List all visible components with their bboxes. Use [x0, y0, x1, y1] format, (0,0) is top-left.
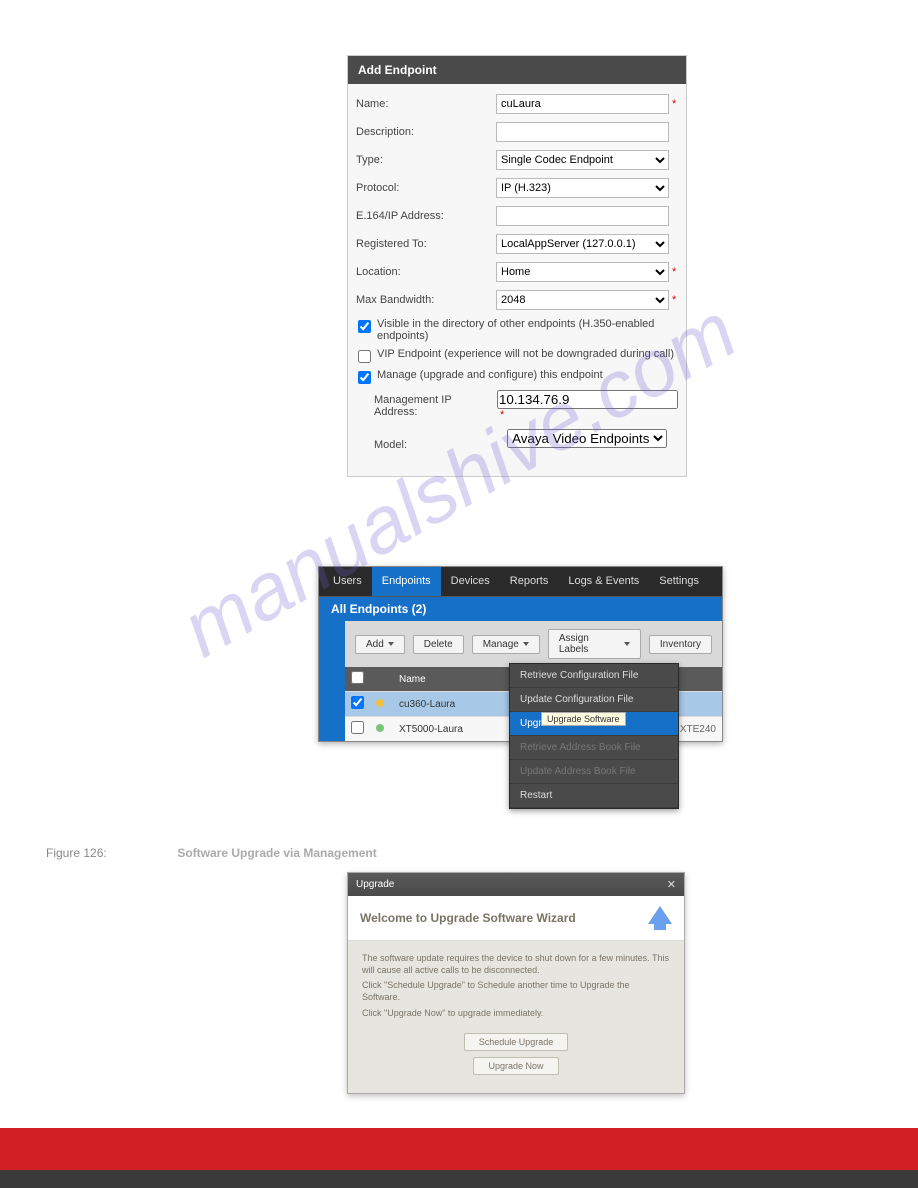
location-select[interactable]: Home [496, 262, 669, 282]
chevron-down-icon [624, 642, 630, 646]
chevron-down-icon [388, 642, 394, 646]
model-label: Model: [374, 439, 507, 451]
col-status [370, 667, 393, 692]
required-marker: * [672, 294, 678, 306]
footer-red-bar [0, 1128, 918, 1170]
wizard-heading: Welcome to Upgrade Software Wizard [360, 911, 576, 925]
manage-checkbox-label: Manage (upgrade and configure) this endp… [377, 369, 678, 381]
type-select[interactable]: Single Codec Endpoint [496, 150, 669, 170]
row-checkbox[interactable] [351, 696, 364, 709]
tab-devices[interactable]: Devices [441, 567, 500, 596]
status-dot-icon [376, 699, 384, 707]
left-gutter [319, 621, 345, 741]
tab-reports[interactable]: Reports [500, 567, 559, 596]
figure-number: Figure 126: [46, 846, 174, 860]
description-label: Description: [356, 126, 496, 138]
name-label: Name: [356, 98, 496, 110]
chevron-down-icon [523, 642, 529, 646]
bandwidth-select[interactable]: 2048 [496, 290, 669, 310]
menu-retrieve-addrbook[interactable]: Retrieve Address Book File [510, 736, 678, 760]
name-input[interactable] [496, 94, 669, 114]
e164-input[interactable] [496, 206, 669, 226]
location-label: Location: [356, 266, 496, 278]
inventory-button[interactable]: Inventory [649, 635, 712, 654]
close-icon[interactable]: ✕ [667, 878, 676, 891]
add-endpoint-panel: Add Endpoint Name: * Description: Type: … [347, 55, 687, 477]
upgrade-wizard-dialog: Upgrade ✕ Welcome to Upgrade Software Wi… [347, 872, 685, 1094]
required-marker: * [672, 98, 678, 110]
manage-dropdown: Retrieve Configuration File Update Confi… [509, 663, 679, 809]
schedule-upgrade-button[interactable]: Schedule Upgrade [464, 1033, 569, 1051]
visible-checkbox[interactable] [358, 320, 371, 333]
mgmt-ip-input[interactable] [497, 390, 678, 409]
management-panel: Users Endpoints Devices Reports Logs & E… [318, 566, 723, 742]
mgmt-ip-label: Management IP Address: [374, 394, 497, 418]
wizard-line-3: Click "Upgrade Now" to upgrade immediate… [362, 1008, 670, 1020]
manage-button[interactable]: Manage [472, 635, 540, 654]
wizard-titlebar: Upgrade [356, 879, 394, 890]
wizard-line-1: The software update requires the device … [362, 953, 670, 976]
delete-button[interactable]: Delete [413, 635, 464, 654]
menu-update-config[interactable]: Update Configuration File [510, 688, 678, 712]
panel-title: Add Endpoint [348, 56, 686, 84]
registered-label: Registered To: [356, 238, 496, 250]
model-select[interactable]: Avaya Video Endpoints [507, 429, 667, 448]
tab-users[interactable]: Users [323, 567, 372, 596]
row-checkbox[interactable] [351, 721, 364, 734]
tab-logs-events[interactable]: Logs & Events [558, 567, 649, 596]
wizard-line-2: Click "Schedule Upgrade" to Schedule ano… [362, 980, 670, 1003]
figure-caption: Figure 126: Software Upgrade via Managem… [46, 846, 377, 860]
tooltip: Upgrade Software [541, 712, 626, 726]
add-button[interactable]: Add [355, 635, 405, 654]
upload-arrow-icon [648, 906, 672, 930]
protocol-label: Protocol: [356, 182, 496, 194]
registered-select[interactable]: LocalAppServer (127.0.0.1) [496, 234, 669, 254]
vip-checkbox-label: VIP Endpoint (experience will not be dow… [377, 348, 678, 360]
vip-checkbox[interactable] [358, 350, 371, 363]
subtab-all-endpoints[interactable]: All Endpoints (2) [319, 597, 438, 621]
menu-restart[interactable]: Restart [510, 784, 678, 808]
upgrade-now-button[interactable]: Upgrade Now [473, 1057, 558, 1075]
visible-checkbox-label: Visible in the directory of other endpoi… [377, 318, 678, 342]
footer-dark-bar [0, 1170, 918, 1188]
assign-labels-button[interactable]: Assign Labels [548, 629, 641, 659]
menu-retrieve-config[interactable]: Retrieve Configuration File [510, 664, 678, 688]
select-all-checkbox[interactable] [351, 671, 364, 684]
protocol-select[interactable]: IP (H.323) [496, 178, 669, 198]
tab-settings[interactable]: Settings [649, 567, 709, 596]
description-input[interactable] [496, 122, 669, 142]
col-select[interactable] [345, 667, 370, 692]
menu-update-addrbook[interactable]: Update Address Book File [510, 760, 678, 784]
e164-label: E.164/IP Address: [356, 210, 496, 222]
main-tabs: Users Endpoints Devices Reports Logs & E… [319, 567, 722, 597]
required-marker: * [500, 409, 506, 421]
tab-endpoints[interactable]: Endpoints [372, 567, 441, 596]
required-marker: * [672, 266, 678, 278]
type-label: Type: [356, 154, 496, 166]
status-dot-icon [376, 724, 384, 732]
bandwidth-label: Max Bandwidth: [356, 294, 496, 306]
figure-text: Software Upgrade via Management [177, 846, 376, 860]
manage-checkbox[interactable] [358, 371, 371, 384]
